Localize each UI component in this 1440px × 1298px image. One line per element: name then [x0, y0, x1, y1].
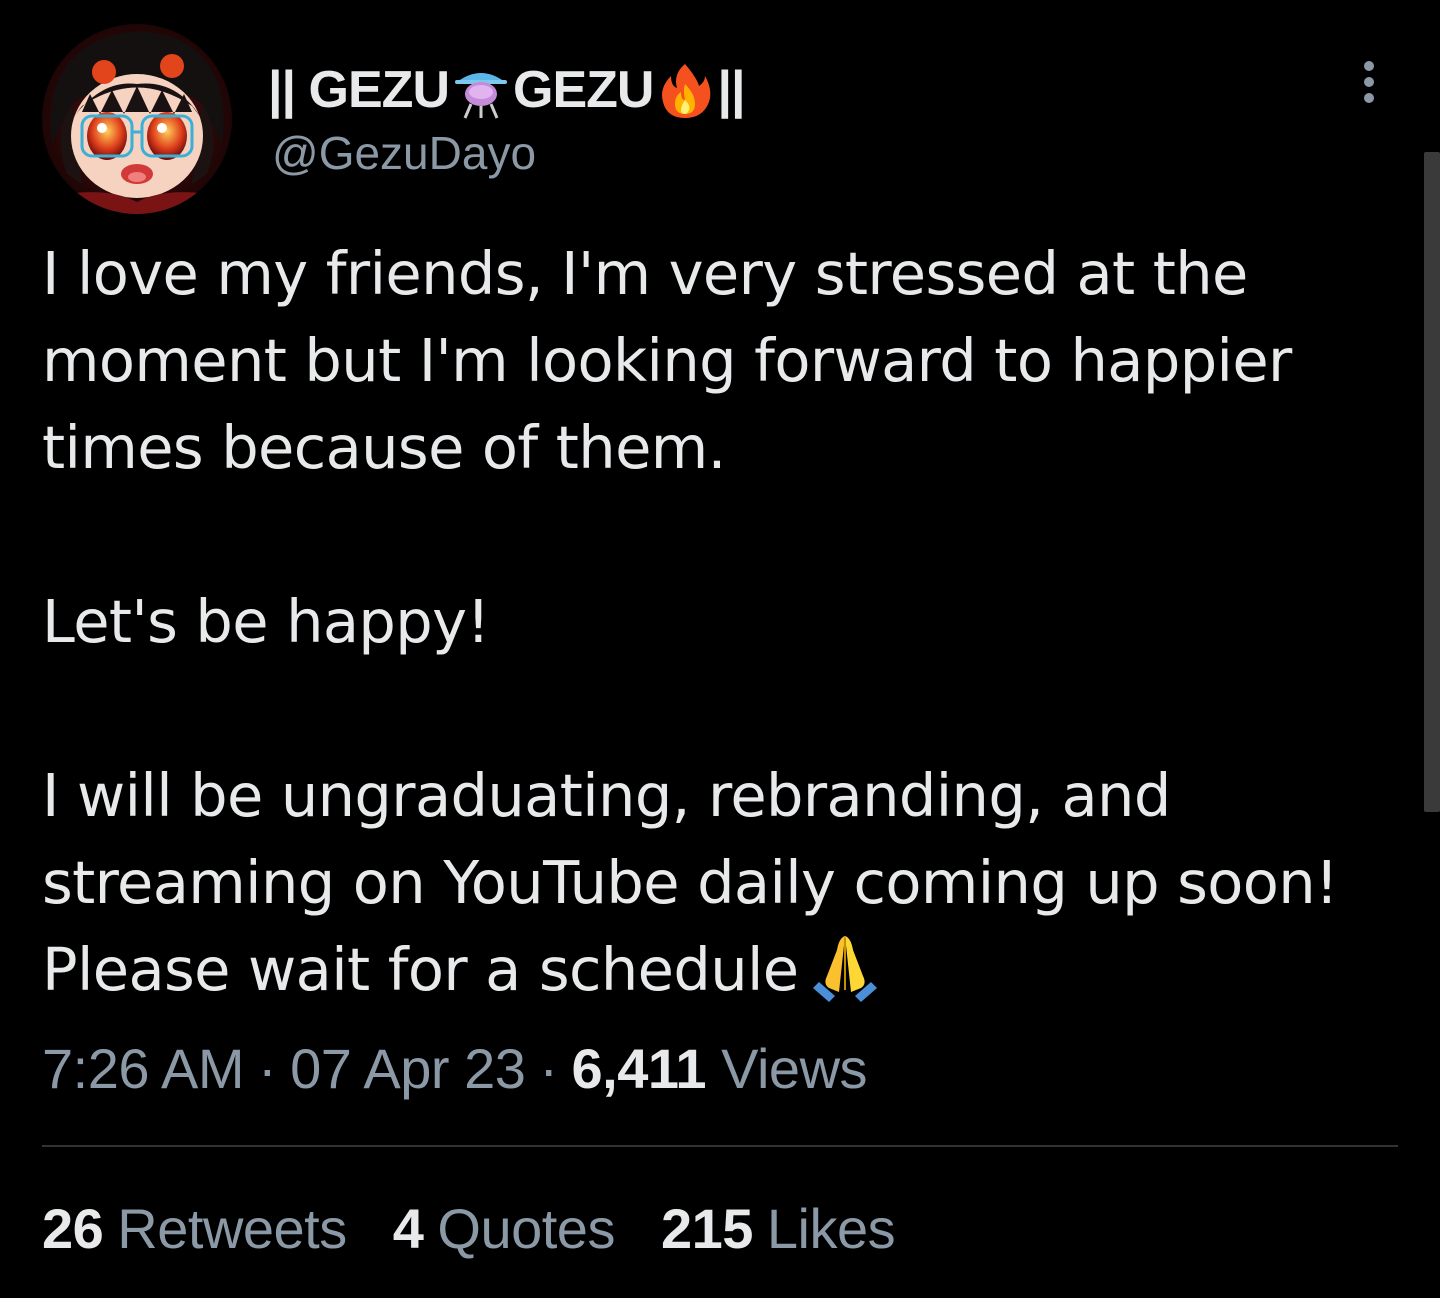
scrollbar[interactable]	[1424, 152, 1440, 812]
tweet-text: I love my friends, I'm very stressed at …	[42, 230, 1402, 1013]
tweet-paragraph-last: I will be ungraduating, rebranding, and …	[42, 752, 1402, 1013]
tweet-date[interactable]: 07 Apr 23	[290, 1037, 526, 1100]
retweets-label: Retweets	[117, 1197, 347, 1260]
tweet-time[interactable]: 7:26 AM	[42, 1037, 244, 1100]
fire-emoji-icon	[655, 60, 715, 120]
display-name[interactable]: || GEZU GEZU ||	[268, 60, 746, 120]
meta-separator: ·	[539, 1037, 558, 1100]
likes-stat[interactable]: 215 Likes	[660, 1196, 896, 1261]
views-label: Views	[721, 1037, 868, 1100]
meta-separator: ·	[257, 1037, 277, 1100]
likes-label: Likes	[766, 1197, 896, 1260]
more-options-button[interactable]	[1346, 52, 1392, 112]
quotes-label: Quotes	[437, 1197, 615, 1260]
display-name-suffix: ||	[717, 61, 745, 119]
retweets-stat[interactable]: 26 Retweets	[42, 1196, 347, 1261]
engagement-stats: 26 Retweets 4 Quotes 215 Likes	[42, 1196, 896, 1261]
tweet-paragraph: I love my friends, I'm very stressed at …	[42, 239, 1292, 482]
alembic-flask-emoji-icon	[451, 60, 511, 120]
views-count: 6,411	[571, 1037, 707, 1100]
folded-hands-emoji-icon	[809, 930, 881, 1002]
avatar[interactable]	[42, 24, 232, 214]
user-handle[interactable]: @GezuDayo	[272, 126, 536, 180]
tweet-paragraph: Let's be happy!	[42, 587, 490, 656]
likes-count: 215	[660, 1197, 753, 1260]
quotes-stat[interactable]: 4 Quotes	[392, 1196, 616, 1261]
more-vertical-icon	[1364, 61, 1374, 103]
quotes-count: 4	[392, 1197, 424, 1260]
tweet-meta: 7:26 AM · 07 Apr 23 · 6,411 Views	[42, 1036, 868, 1101]
tweet-paragraph-text: I will be ungraduating, rebranding, and …	[42, 761, 1339, 1004]
divider	[42, 1145, 1398, 1147]
display-name-prefix: || GEZU	[268, 61, 450, 119]
display-name-middle: GEZU	[513, 61, 654, 119]
retweets-count: 26	[42, 1197, 104, 1260]
anime-girl-avatar-icon	[42, 24, 232, 214]
